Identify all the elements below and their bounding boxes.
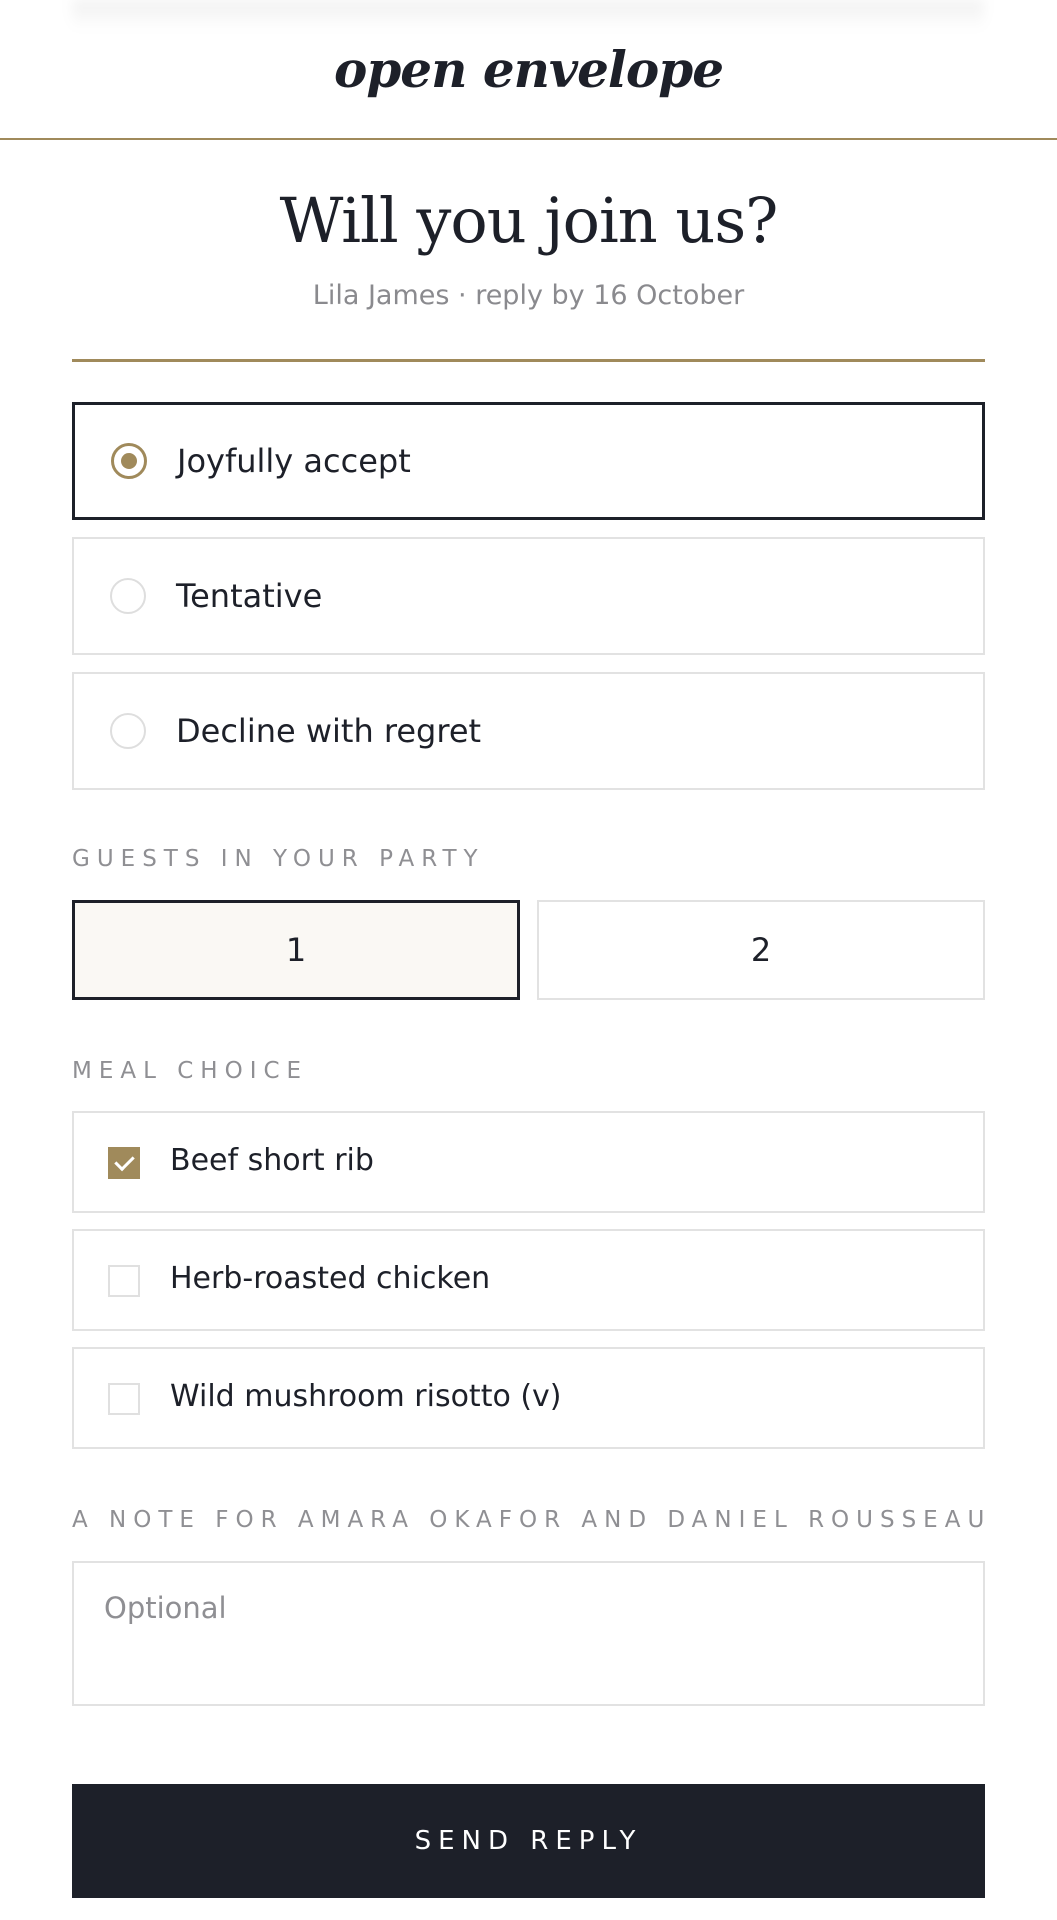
checkbox-checked-icon[interactable] (108, 1147, 140, 1179)
invite-subtitle: Lila James · reply by 16 October (312, 280, 745, 311)
note-section-label: A NOTE FOR AMARA OKAFOR AND DANIEL ROUSS… (72, 1507, 992, 1533)
radio-selected-icon[interactable] (111, 443, 147, 479)
page-title: Will you join us? (279, 184, 779, 257)
section-divider (72, 359, 985, 362)
meal-option-chicken[interactable]: Herb-roasted chicken (72, 1229, 985, 1331)
rsvp-option-decline[interactable]: Decline with regret (72, 672, 985, 790)
rsvp-option-tentative[interactable]: Tentative (72, 537, 985, 655)
checkbox-unchecked-icon[interactable] (108, 1265, 140, 1297)
radio-unselected-icon[interactable] (110, 578, 146, 614)
meal-option-risotto[interactable]: Wild mushroom risotto (v) (72, 1347, 985, 1449)
guest-count-option-1[interactable]: 1 (72, 900, 520, 1000)
guest-count-option-2[interactable]: 2 (537, 900, 985, 1000)
guests-section-label: GUESTS IN YOUR PARTY (72, 846, 485, 872)
rsvp-option-label: Decline with regret (176, 712, 482, 750)
send-reply-button[interactable]: SEND REPLY (72, 1784, 985, 1898)
brand-logo[interactable]: open envelope (0, 40, 1057, 99)
checkbox-unchecked-icon[interactable] (108, 1383, 140, 1415)
app-header: open envelope (0, 0, 1057, 140)
header-shadow (72, 0, 984, 30)
meal-section-label: MEAL CHOICE (72, 1058, 309, 1084)
meal-option-label: Beef short rib (170, 1143, 374, 1178)
radio-unselected-icon[interactable] (110, 713, 146, 749)
meal-option-label: Herb-roasted chicken (170, 1261, 491, 1296)
rsvp-option-label: Joyfully accept (177, 442, 411, 480)
note-textarea[interactable] (72, 1561, 985, 1706)
meal-option-beef[interactable]: Beef short rib (72, 1111, 985, 1213)
rsvp-option-accept[interactable]: Joyfully accept (72, 402, 985, 520)
meal-option-label: Wild mushroom risotto (v) (170, 1379, 562, 1414)
rsvp-option-label: Tentative (176, 577, 323, 615)
